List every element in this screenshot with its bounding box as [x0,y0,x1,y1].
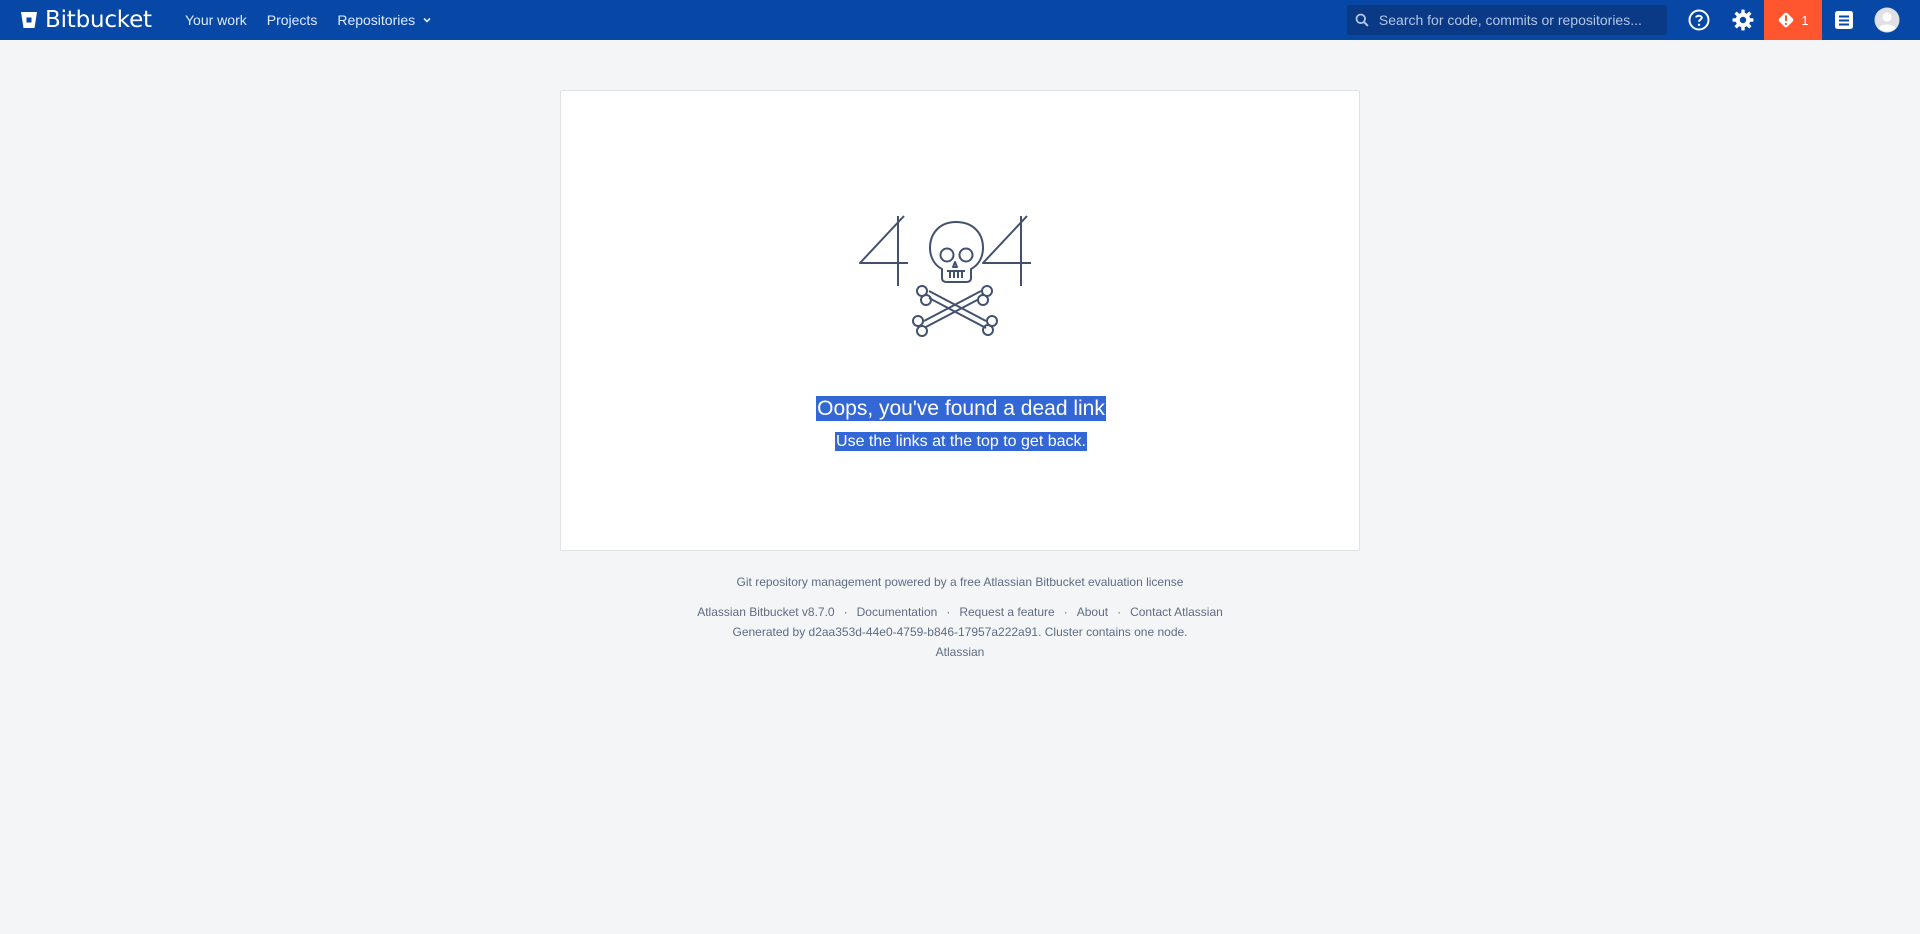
footer-about-link[interactable]: About [1077,605,1108,619]
help-button[interactable] [1677,0,1721,40]
alert-count: 1 [1801,12,1809,28]
nav-your-work[interactable]: Your work [175,0,257,40]
error-subtitle: Use the links at the top to get back. [561,432,1361,451]
alert-icon [1779,12,1794,28]
footer-separator: · [1117,605,1122,619]
gear-icon [1732,9,1754,31]
nav-projects[interactable]: Projects [257,0,328,40]
error-title-text: Oops, you've found a dead link [816,396,1106,421]
user-profile-button[interactable] [1865,0,1909,40]
error-subtitle-text: Use the links at the top to get back. [835,432,1087,451]
search-box[interactable] [1347,5,1667,35]
skull-icon [929,221,984,283]
page-footer: Git repository management powered by a f… [0,572,1920,662]
license-text: Git repository management powered by a f… [736,575,1184,589]
top-navigation-bar: Bitbucket Your work Projects Repositorie… [0,0,1920,40]
error-card: 404 [560,90,1360,551]
search-input[interactable] [1378,12,1667,28]
system-alerts-button[interactable]: 1 [1764,0,1822,40]
bitbucket-logo-icon [21,12,37,28]
footer-separator: · [946,605,951,619]
footer-documentation-link[interactable]: Documentation [857,605,938,619]
nav-repositories-dropdown[interactable]: Repositories [327,0,442,40]
footer-request-feature-link[interactable]: Request a feature [959,605,1054,619]
nav-repositories-label: Repositories [337,12,416,28]
chevron-down-icon [423,17,431,23]
logo-text: Bitbucket [45,7,152,33]
whats-new-button[interactable] [1822,0,1866,40]
error-title: Oops, you've found a dead link [561,396,1361,421]
footer-separator: · [1063,605,1068,619]
footer-contact-link[interactable]: Contact Atlassian [1130,605,1223,619]
footer-links: Atlassian Bitbucket v8.7.0 · Documentation… [0,602,1920,622]
nav-projects-label: Projects [266,12,318,28]
bitbucket-logo[interactable]: Bitbucket [0,0,170,40]
help-icon [1688,9,1710,31]
search-icon [1355,13,1369,27]
admin-settings-button[interactable] [1721,0,1765,40]
footer-atlassian-link[interactable]: Atlassian [0,642,1920,662]
notes-icon [1835,11,1853,29]
footer-version-link[interactable]: Atlassian Bitbucket v8.7.0 [697,605,834,619]
skull-404-illustration: 404 [859,215,1031,337]
nav-your-work-label: Your work [185,12,247,28]
generated-by-text: Generated by d2aa353d-44e0-4759-b846-179… [732,625,1188,639]
primary-nav: Your work Projects Repositories [175,0,442,40]
digit-four-right-icon [982,215,1031,286]
footer-separator: · [843,605,848,619]
digit-four-left-icon [859,215,908,286]
crossbones-icon [912,285,998,337]
avatar [1874,7,1900,33]
